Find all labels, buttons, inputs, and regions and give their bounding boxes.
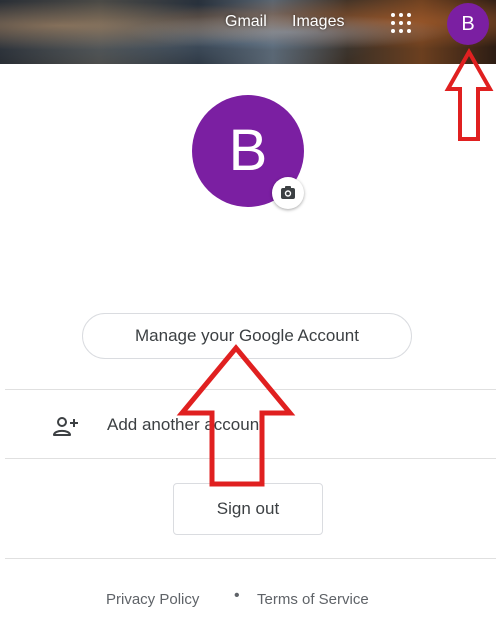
annotation-arrow-avatar — [444, 47, 494, 141]
divider — [5, 458, 496, 459]
manage-account-button[interactable]: Manage your Google Account — [82, 313, 412, 359]
add-person-icon — [53, 417, 78, 436]
gmail-link[interactable]: Gmail — [225, 13, 267, 31]
terms-of-service-link[interactable]: Terms of Service — [257, 591, 369, 608]
privacy-policy-link[interactable]: Privacy Policy — [106, 591, 199, 608]
sign-out-button[interactable]: Sign out — [173, 483, 323, 535]
camera-icon — [281, 186, 295, 199]
add-account-item[interactable]: Add another account — [0, 395, 496, 457]
change-photo-button[interactable] — [272, 177, 304, 209]
account-avatar-button[interactable]: B — [447, 3, 489, 45]
top-bar: Gmail Images B — [0, 0, 496, 64]
divider — [5, 558, 496, 559]
add-account-label: Add another account — [107, 415, 264, 434]
divider — [5, 389, 496, 390]
apps-grid-icon[interactable] — [388, 10, 416, 38]
footer-separator: • — [234, 587, 240, 604]
images-link[interactable]: Images — [292, 13, 344, 31]
